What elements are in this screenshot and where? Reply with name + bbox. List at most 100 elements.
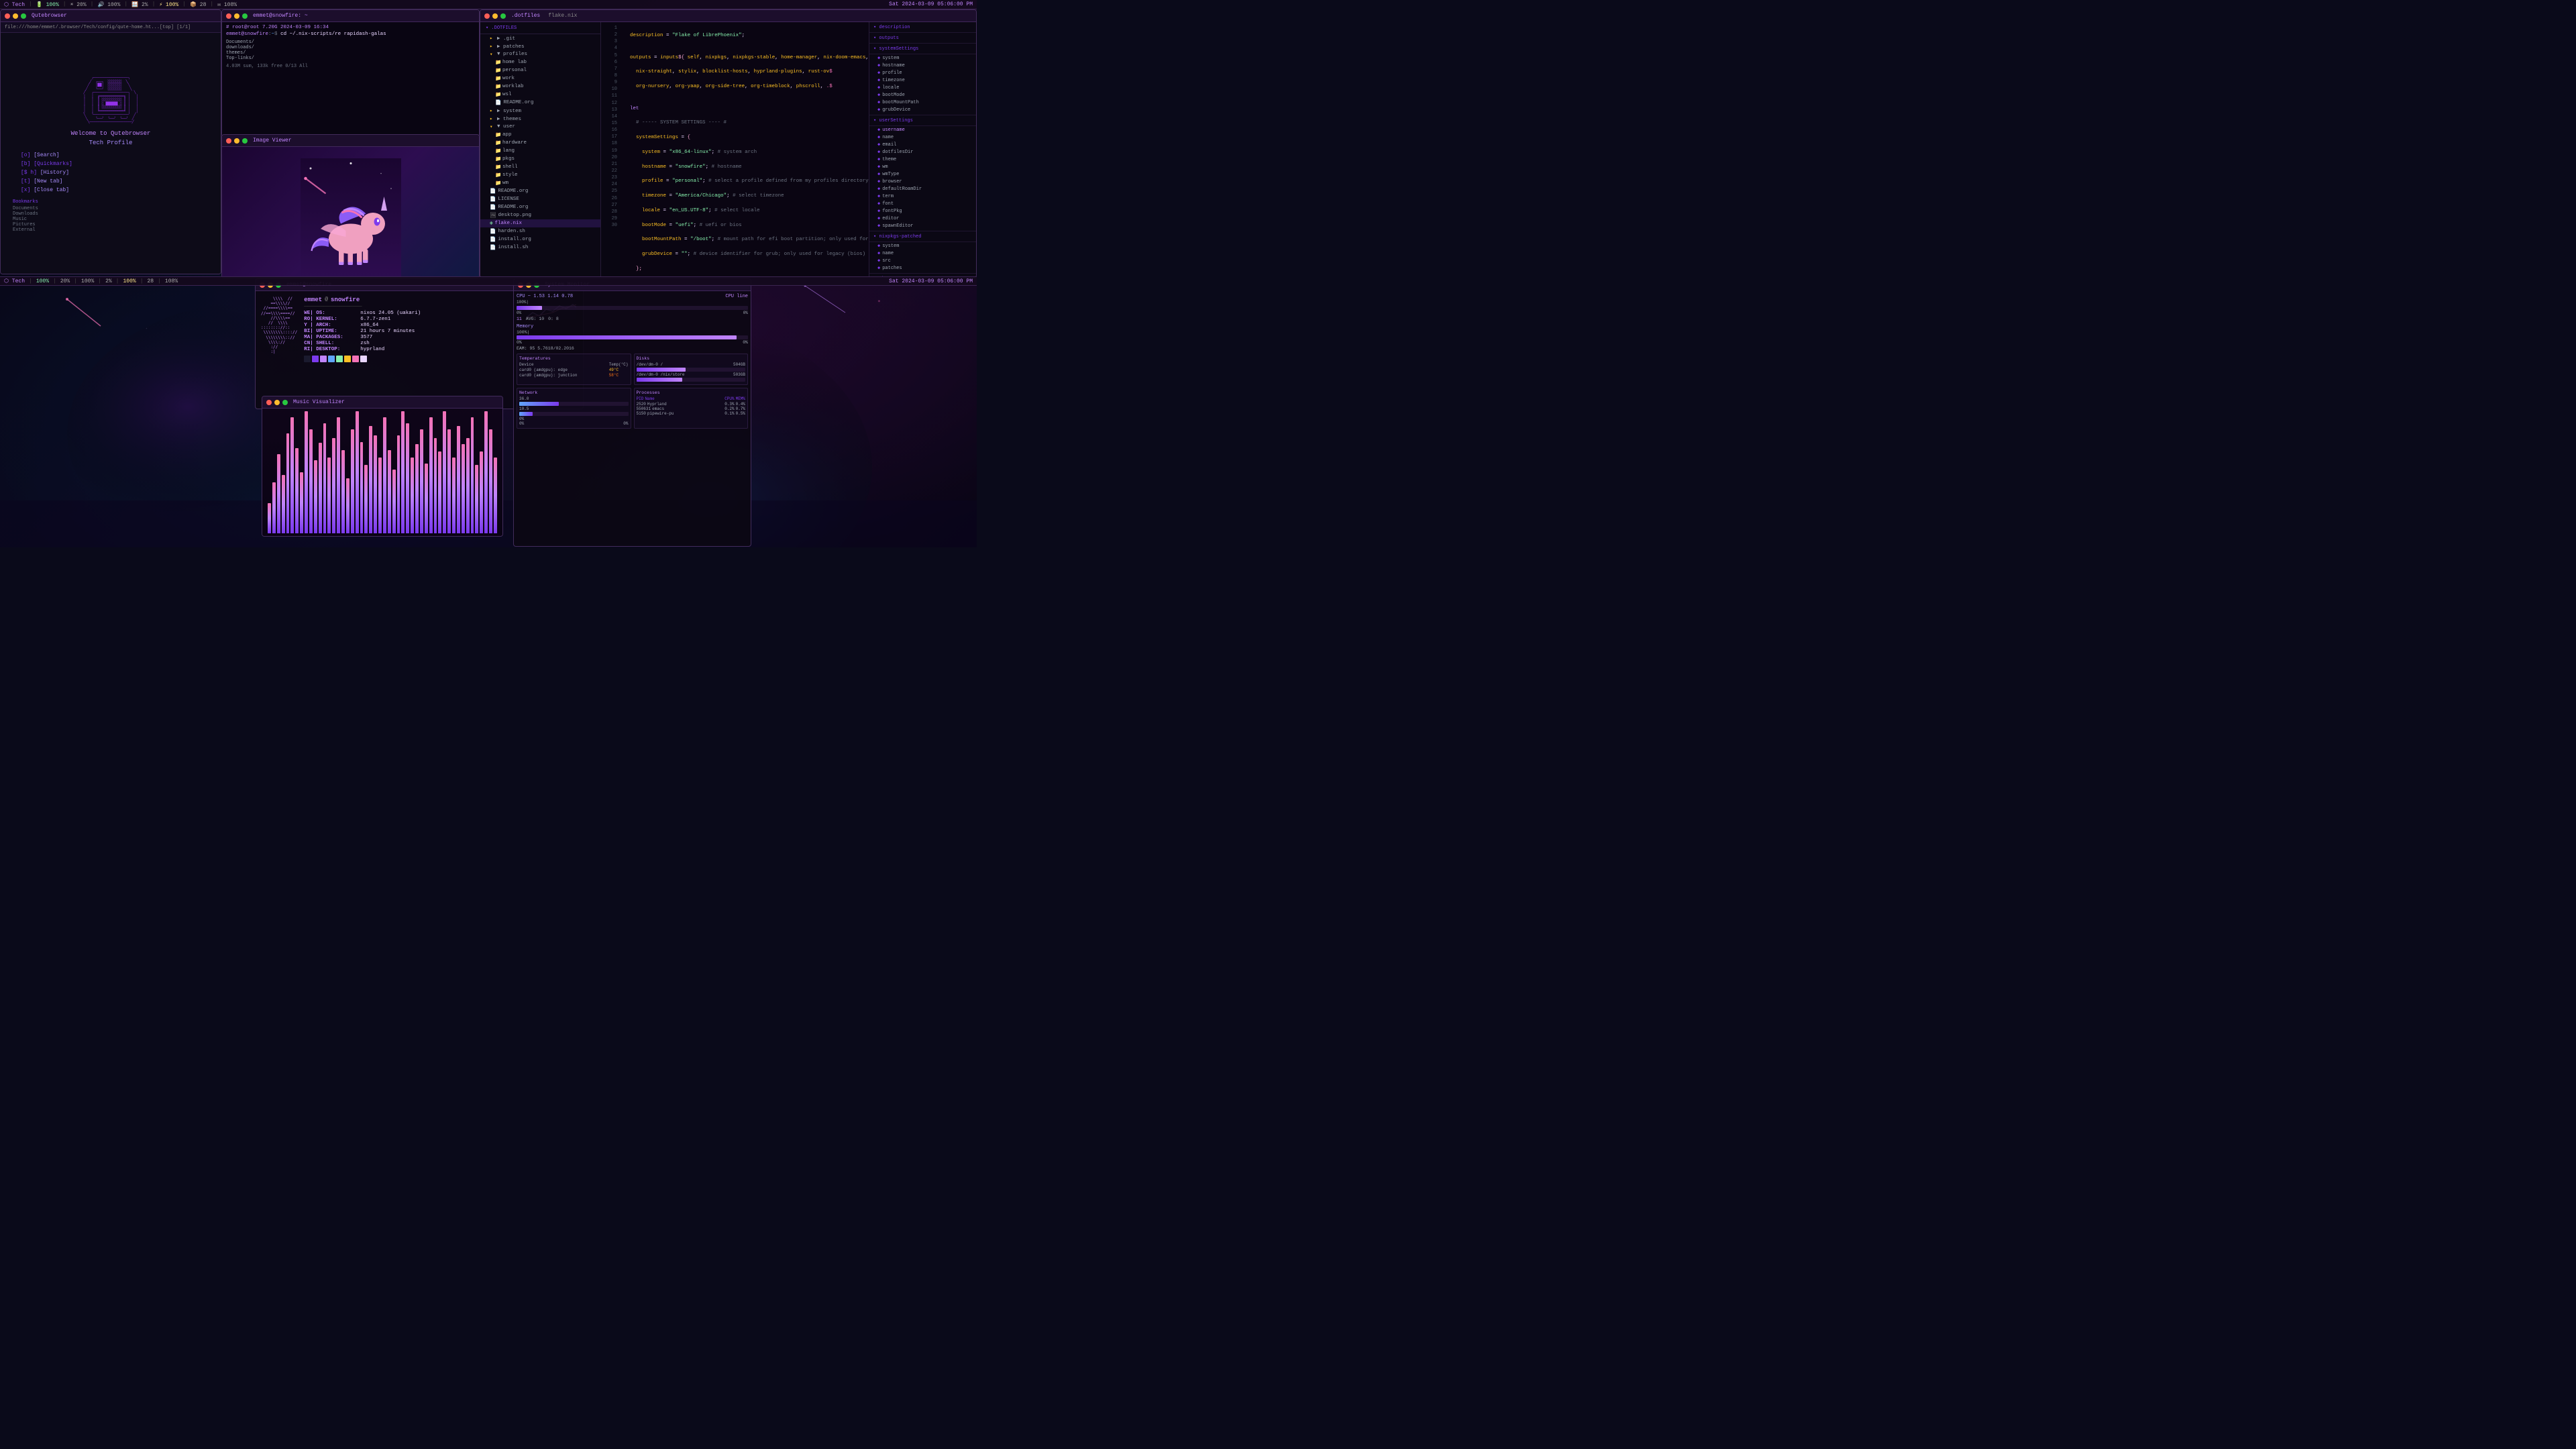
ft-work[interactable]: 📁work: [480, 74, 600, 83]
csr-bootmountpath[interactable]: ◆ bootMountPath: [869, 99, 976, 106]
qute-menu: [o] [Search] [b] [Quickmarks] [$ h] [His…: [7, 152, 214, 194]
ft-wm[interactable]: 📁wm: [480, 179, 600, 187]
min-btn[interactable]: [13, 13, 18, 19]
ft-wsl[interactable]: 📁wsl: [480, 91, 600, 99]
statusbar-brightness: ☀ 20%: [70, 1, 87, 8]
ft-user[interactable]: ▾▼ user: [480, 123, 600, 131]
csr-hostname[interactable]: ◆ hostname: [869, 62, 976, 69]
visualizer-window: Music Visualizer: [262, 396, 503, 537]
code-close-btn[interactable]: [484, 13, 490, 19]
qutebrowser-title: Qutebrowser: [32, 13, 67, 19]
viz-close-btn[interactable]: [266, 400, 272, 405]
code-text-area[interactable]: description = "Flake of LibrePhoenix"; o…: [620, 22, 869, 277]
ft-install-org[interactable]: 📄install.org: [480, 235, 600, 244]
img-close-btn[interactable]: [226, 138, 231, 144]
csr-nx-system[interactable]: ◆ system: [869, 242, 976, 250]
csr-grubdevice[interactable]: ◆ grubDevice: [869, 106, 976, 113]
terminal-mid-content: # root@root 7.20G 2024-03-09 16:34 emmet…: [222, 22, 479, 136]
csr-wm[interactable]: ◆ wm: [869, 163, 976, 170]
ft-themes[interactable]: ▸▶ themes: [480, 115, 600, 123]
code-max-btn[interactable]: [500, 13, 506, 19]
ft-readme[interactable]: 📄README.org: [480, 187, 600, 195]
ft-license[interactable]: 📄LICENSE: [480, 195, 600, 203]
csr-dotfilesdir[interactable]: ◆ dotfilesDir: [869, 148, 976, 156]
csr-fontpkg[interactable]: ◆ fontPkg: [869, 207, 976, 215]
csr-bootmode[interactable]: ◆ bootMode: [869, 91, 976, 99]
neofetch-ascii-art: \\\\ // ==\\\\// //====\\\\== //==\\\\==…: [261, 297, 297, 403]
tm-min-btn[interactable]: [234, 13, 239, 19]
csr-term[interactable]: ◆ term: [869, 193, 976, 200]
ft-pkgs[interactable]: 📁pkgs: [480, 155, 600, 163]
ft-worklab[interactable]: 📁worklab: [480, 83, 600, 91]
viz-bar-17: [341, 450, 345, 533]
csr-username[interactable]: ◆ username: [869, 126, 976, 133]
ft-lang[interactable]: 📁lang: [480, 147, 600, 155]
viz-bar-4: [282, 475, 285, 533]
term-dir-listing: Documents/ downloads/ themes/ Top-links/: [226, 40, 475, 61]
csr-browser[interactable]: ◆ browser: [869, 178, 976, 185]
csr-profile[interactable]: ◆ profile: [869, 69, 976, 76]
code-min-btn[interactable]: [492, 13, 498, 19]
qute-menu-newtab[interactable]: [t] [New tab]: [21, 178, 201, 185]
csr-name[interactable]: ◆ name: [869, 133, 976, 141]
max-btn[interactable]: [21, 13, 26, 19]
ft-personal[interactable]: 📁personal: [480, 66, 600, 74]
tm-max-btn[interactable]: [242, 13, 248, 19]
ft-system[interactable]: ▸▶ system: [480, 107, 600, 115]
csr-nx-name[interactable]: ◆ name: [869, 250, 976, 257]
ft-git[interactable]: ▸▶ .git: [480, 34, 600, 42]
csr-user-settings: ▾ userSettings: [869, 115, 976, 126]
ft-app[interactable]: 📁app: [480, 131, 600, 139]
csr-email[interactable]: ◆ email: [869, 141, 976, 148]
csr-spawneditor[interactable]: ◆ spawnEditor: [869, 222, 976, 229]
viz-max-btn[interactable]: [282, 400, 288, 405]
viz-bar-30: [401, 411, 405, 533]
csr-system[interactable]: ◆ system: [869, 54, 976, 62]
viz-bar-35: [425, 464, 428, 533]
sysmon-memory-stats: EAM: 95 5.7618/02.2016: [517, 346, 748, 351]
qute-menu-search[interactable]: [o] [Search]: [21, 152, 201, 159]
csr-nixpkgs: ▾ nixpkgs-patched: [869, 231, 976, 242]
qute-menu-closetab[interactable]: [x] [Close tab]: [21, 186, 201, 194]
ft-harden[interactable]: 📄harden.sh: [480, 227, 600, 235]
code-file-tabs: flake.nix: [548, 13, 577, 19]
ft-style[interactable]: 📁style: [480, 171, 600, 179]
visualizer-content: [262, 409, 502, 536]
viz-min-btn[interactable]: [274, 400, 280, 405]
csr-nx-src[interactable]: ◆ src: [869, 257, 976, 264]
qute-menu-quickmarks[interactable]: [b] [Quickmarks]: [21, 160, 201, 168]
qute-bookmarks-section: Bookmarks Documents Downloads Music Pict…: [7, 199, 214, 233]
ft-flakenix[interactable]: ❄flake.nix: [480, 219, 600, 227]
ft-readme2[interactable]: 📄README.org: [480, 203, 600, 211]
csr-theme[interactable]: ◆ theme: [869, 156, 976, 163]
viz-bar-31: [406, 423, 409, 533]
ft-shell[interactable]: 📁shell: [480, 163, 600, 171]
close-btn[interactable]: [5, 13, 10, 19]
viz-bar-13: [323, 423, 327, 533]
ft-profiles[interactable]: ▾▼ profiles: [480, 50, 600, 58]
viz-bar-15: [332, 438, 335, 533]
viz-bar-43: [462, 444, 465, 533]
img-min-btn[interactable]: [234, 138, 239, 144]
ft-install-sh[interactable]: 📄install.sh: [480, 244, 600, 252]
csr-nx-patches[interactable]: ◆ patches: [869, 264, 976, 272]
neofetch-info: emmet @ snowfire ────────────────── WE| …: [304, 297, 517, 403]
sysmon-cpu-header: CPU ~ 1.53 1.14 0.78 CPU line: [517, 294, 748, 299]
ft-desktop[interactable]: 🖼desktop.png: [480, 211, 600, 219]
qutebrowser-addressbar[interactable]: file:///home/emmet/.browser/Tech/config/…: [1, 22, 221, 33]
viz-bar-23: [369, 426, 372, 533]
ft-homelab[interactable]: 📁home lab: [480, 58, 600, 66]
csr-locale[interactable]: ◆ locale: [869, 84, 976, 91]
ft-patches[interactable]: ▸▶ patches: [480, 42, 600, 50]
sysmon-cpu-section: CPU ~ 1.53 1.14 0.78 CPU line 100%| 0% 0…: [517, 294, 748, 321]
csr-wmtype[interactable]: ◆ wmType: [869, 170, 976, 178]
csr-editor[interactable]: ◆ editor: [869, 215, 976, 222]
ft-readme-profiles[interactable]: 📄README.org: [480, 99, 600, 107]
csr-defaultroamdir[interactable]: ◆ defaultRoamDir: [869, 185, 976, 193]
csr-timezone[interactable]: ◆ timezone: [869, 76, 976, 84]
ft-hardware[interactable]: 📁hardware: [480, 139, 600, 147]
tm-close-btn[interactable]: [226, 13, 231, 19]
qute-menu-history[interactable]: [$ h] [History]: [21, 169, 201, 176]
img-max-btn[interactable]: [242, 138, 248, 144]
csr-font[interactable]: ◆ font: [869, 200, 976, 207]
